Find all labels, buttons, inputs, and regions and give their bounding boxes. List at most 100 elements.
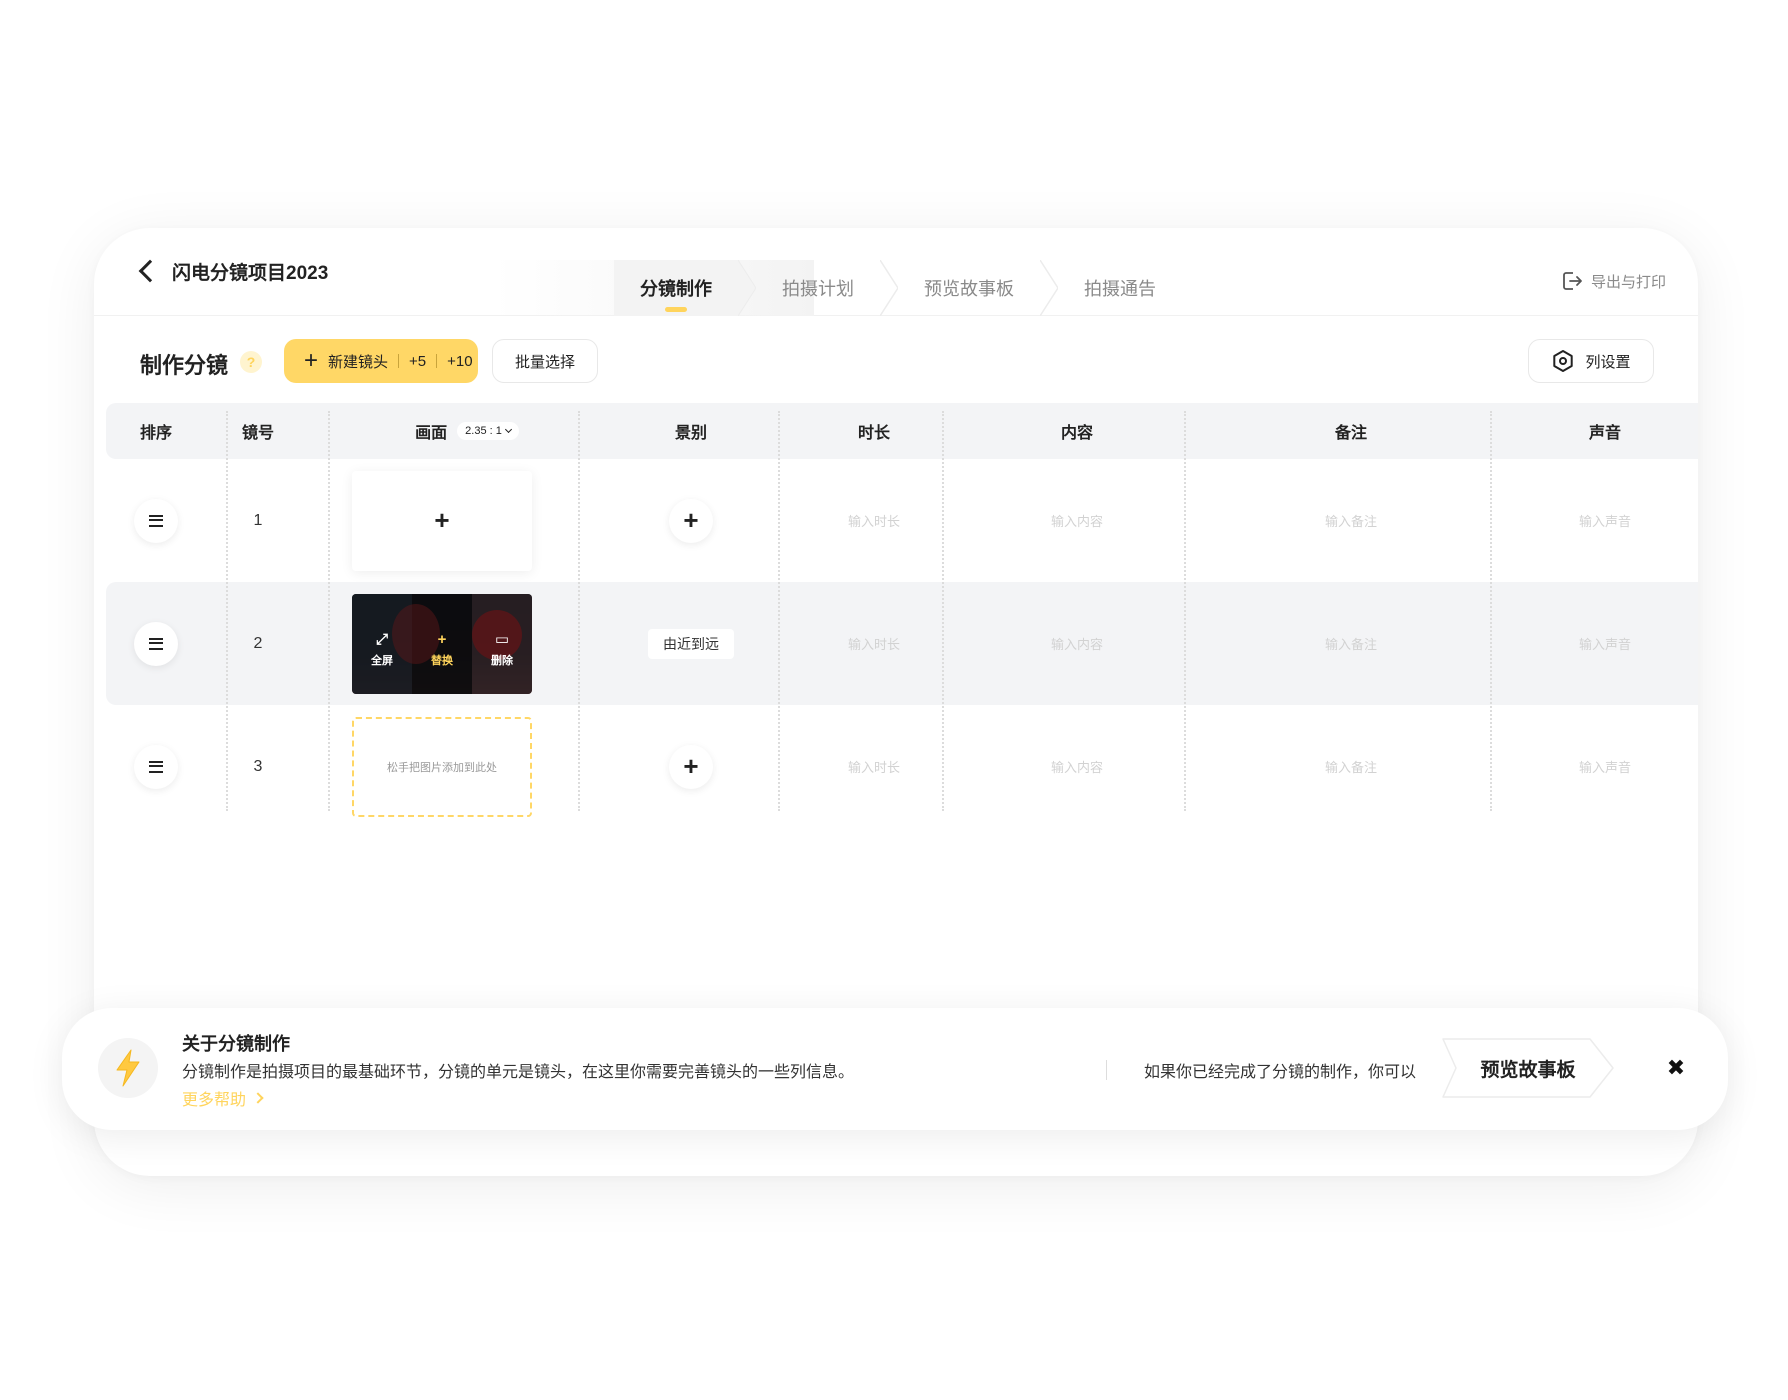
column-divider [226, 411, 228, 811]
scene-tag[interactable]: 由近到远 [648, 628, 734, 659]
column-header-duration: 时长 [857, 425, 890, 442]
lightning-icon [98, 1038, 158, 1098]
tab-label: 拍摄计划 [782, 279, 854, 299]
content-input[interactable]: 输入内容 [1051, 757, 1103, 776]
column-divider [1490, 411, 1492, 811]
fullscreen-icon: ⤢ [375, 630, 388, 648]
close-icon[interactable]: ✖ [1662, 1054, 1690, 1082]
add-ten-shots-button[interactable]: +10 [447, 353, 472, 370]
more-help-label: 更多帮助 [182, 1092, 247, 1109]
delete-label: 删除 [491, 654, 513, 667]
content-input[interactable]: 输入内容 [1051, 634, 1103, 653]
plus-icon: + [683, 751, 699, 781]
column-divider [328, 411, 330, 811]
column-divider [1184, 411, 1186, 811]
add-frame-button[interactable]: + [352, 470, 532, 571]
aspect-ratio-select[interactable]: 2.35 : 1 [457, 422, 519, 440]
shot-number: 2 [253, 634, 263, 652]
drag-handle-icon[interactable] [134, 744, 178, 789]
column-header-scene: 景别 [674, 425, 707, 442]
fullscreen-label: 全屏 [371, 654, 393, 667]
column-header-content: 内容 [1060, 425, 1093, 442]
sound-input[interactable]: 输入声音 [1579, 757, 1631, 776]
fullscreen-button[interactable]: ⤢ 全屏 [352, 630, 412, 668]
column-divider [778, 411, 780, 811]
notes-input[interactable]: 输入备注 [1325, 757, 1377, 776]
aspect-ratio-value: 2.35 : 1 [465, 425, 502, 437]
drag-handle-icon[interactable] [134, 621, 178, 666]
tab-label: 预览故事板 [924, 279, 1014, 299]
duration-input[interactable]: 输入时长 [848, 757, 900, 776]
frame-header-label: 画面 [415, 425, 448, 442]
new-shot-button[interactable]: + 新建镜头 +5 +10 [284, 339, 478, 383]
add-scene-button[interactable]: + [669, 744, 713, 789]
tab-preview-storyboard[interactable]: 预览故事板 [898, 260, 1040, 316]
banner-prompt: 如果你已经完成了分镜的制作，你可以 [1144, 1064, 1417, 1081]
plus-icon: + [437, 630, 447, 648]
tab-shooting-notice[interactable]: 拍摄通告 [1058, 260, 1182, 316]
export-label: 导出与打印 [1590, 273, 1666, 291]
preview-storyboard-label: 预览故事板 [1480, 1059, 1576, 1081]
frame-image: ⤢ 全屏 + 替换 ▭ 删除 [352, 593, 532, 694]
column-header-shot-number: 镜号 [241, 425, 274, 442]
table-row: 3 松手把图片添加到此处 + 输入时长 输入内容 输入备注 输入声音 [106, 705, 1698, 828]
batch-select-button[interactable]: 批量选择 [492, 339, 598, 383]
sound-input[interactable]: 输入声音 [1579, 511, 1631, 530]
tab-separator-arrow [880, 260, 898, 316]
sound-input[interactable]: 输入声音 [1579, 634, 1631, 653]
hexagon-gear-icon [1553, 350, 1574, 372]
notes-input[interactable]: 输入备注 [1325, 634, 1377, 653]
shot-number: 1 [253, 511, 263, 529]
column-header-notes: 备注 [1334, 425, 1367, 442]
column-settings-button[interactable]: 列设置 [1528, 339, 1654, 383]
storyboard-table: 排序 镜号 画面 2.35 : 1 景别 时长 内容 备注 声音 1 + + 输… [106, 403, 1698, 828]
table-header: 排序 镜号 画面 2.35 : 1 景别 时长 内容 备注 声音 [106, 403, 1698, 459]
tab-separator-arrow [1040, 260, 1058, 316]
tab-separator-arrow [738, 260, 756, 316]
column-divider [942, 411, 944, 811]
section-title: 制作分镜 [140, 353, 229, 378]
content-input[interactable]: 输入内容 [1051, 511, 1103, 530]
column-divider [578, 411, 580, 811]
project-title: 闪电分镜项目2023 [172, 263, 329, 284]
table-row: 2 ⤢ 全屏 + 替换 ▭ 删除 由近到远 输入时长 输入内容 输入备注 输入声… [106, 582, 1698, 705]
duration-input[interactable]: 输入时长 [848, 634, 900, 653]
shot-number: 3 [253, 757, 263, 775]
table-row: 1 + + 输入时长 输入内容 输入备注 输入声音 [106, 459, 1698, 582]
back-chevron-icon[interactable] [132, 256, 162, 286]
column-header-sort: 排序 [139, 425, 172, 442]
tab-label: 分镜制作 [640, 279, 712, 299]
column-header-sound: 声音 [1588, 425, 1621, 442]
replace-image-button[interactable]: + 替换 [412, 630, 472, 668]
trash-icon: ▭ [494, 630, 510, 648]
top-bar: 闪电分镜项目2023 分镜制作 拍摄计划 预览故事板 拍摄通告 导出与打印 [94, 228, 1698, 316]
tab-label: 拍摄通告 [1084, 279, 1156, 299]
image-drop-zone[interactable]: 松手把图片添加到此处 [352, 716, 532, 817]
export-print-button[interactable]: 导出与打印 [1561, 270, 1666, 292]
plus-icon: + [434, 505, 450, 535]
plus-icon: + [304, 347, 319, 374]
tab-shooting-plan[interactable]: 拍摄计划 [756, 260, 880, 316]
notes-input[interactable]: 输入备注 [1325, 511, 1377, 530]
duration-input[interactable]: 输入时长 [848, 511, 900, 530]
banner-title: 关于分镜制作 [182, 1034, 290, 1054]
add-scene-button[interactable]: + [669, 498, 713, 543]
divider [398, 354, 400, 368]
workflow-tabs: 分镜制作 拍摄计划 预览故事板 拍摄通告 [614, 260, 1182, 316]
info-banner: 关于分镜制作 分镜制作是拍摄项目的最基础环节，分镜的单元是镜头，在这里你需要完善… [62, 1008, 1728, 1130]
banner-description: 分镜制作是拍摄项目的最基础环节，分镜的单元是镜头，在这里你需要完善镜头的一些列信… [182, 1064, 855, 1081]
more-help-link[interactable]: 更多帮助 [182, 1086, 264, 1110]
preview-storyboard-button[interactable]: 预览故事板 [1442, 1038, 1614, 1098]
chevron-right-icon [252, 1092, 264, 1104]
add-five-shots-button[interactable]: +5 [409, 353, 426, 370]
help-question-icon[interactable]: ? [240, 351, 262, 373]
plus-icon: + [683, 505, 699, 535]
delete-image-button[interactable]: ▭ 删除 [472, 630, 532, 668]
drag-handle-icon[interactable] [134, 498, 178, 543]
new-shot-label: 新建镜头 [328, 353, 389, 371]
tab-storyboard-production[interactable]: 分镜制作 [614, 260, 738, 316]
divider [436, 354, 438, 368]
export-icon [1563, 272, 1582, 290]
column-settings-label: 列设置 [1585, 353, 1631, 371]
replace-label: 替换 [431, 654, 453, 667]
